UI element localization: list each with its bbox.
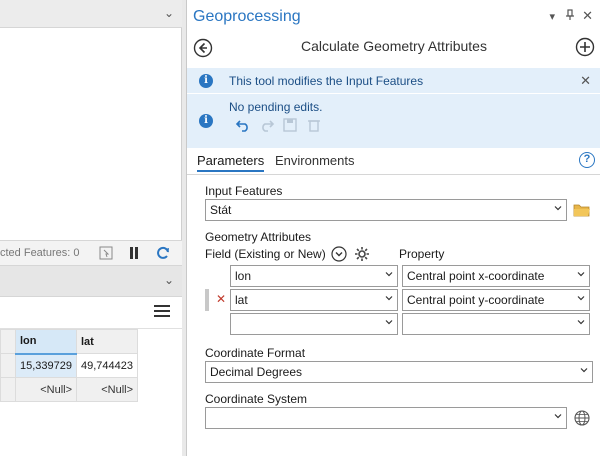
field-options-icon[interactable]	[331, 246, 347, 262]
row-header-cell	[0, 329, 16, 354]
property-dropdown[interactable]	[402, 313, 590, 335]
geometry-attributes-label: Geometry Attributes	[205, 230, 312, 244]
chevron-down-icon[interactable]: ⌄	[164, 6, 174, 20]
input-features-value: Stát	[210, 203, 232, 217]
back-arrow-icon[interactable]	[193, 38, 213, 58]
tabs-divider	[187, 174, 600, 175]
map-status-bar: cted Features: 0	[0, 240, 182, 266]
delete-row-icon[interactable]: ✕	[216, 292, 226, 306]
chevron-down-icon	[580, 368, 588, 373]
property-value: Central point y-coordinate	[407, 293, 545, 307]
info-icon: i	[199, 114, 213, 128]
field-value: lon	[235, 269, 252, 283]
coordinate-format-label: Coordinate Format	[205, 346, 306, 360]
info-message-panel: i This tool modifies the Input Features …	[187, 68, 600, 148]
table-toolbar	[0, 297, 182, 329]
folder-browse-icon[interactable]	[573, 203, 591, 217]
discard-edits-icon[interactable]	[307, 118, 321, 132]
refresh-icon[interactable]	[155, 245, 171, 261]
chevron-down-icon	[385, 320, 393, 325]
chevron-down-icon	[385, 296, 393, 301]
coordinate-system-dropdown[interactable]	[205, 407, 567, 429]
close-icon[interactable]: ✕	[580, 73, 591, 89]
info-row: i This tool modifies the Input Features …	[187, 68, 600, 94]
tool-name: Calculate Geometry Attributes	[301, 38, 487, 54]
tool-header: Calculate Geometry Attributes	[187, 34, 600, 66]
field-dropdown[interactable]	[230, 313, 398, 335]
column-header-lat[interactable]: lat	[76, 329, 138, 354]
background-app: ⌄ cted Features: 0 ⌄ lon lat 15,339729 4…	[0, 0, 182, 456]
field-column-label: Field (Existing or New)	[205, 247, 326, 261]
chevron-down-icon	[577, 272, 585, 277]
chevron-down-icon	[577, 320, 585, 325]
chevron-down-icon	[554, 414, 562, 419]
property-dropdown[interactable]: Central point x-coordinate	[402, 265, 590, 287]
table-header-row: lon lat	[0, 329, 138, 355]
globe-icon[interactable]	[574, 410, 590, 426]
field-dropdown[interactable]: lon	[230, 265, 398, 287]
chevron-down-icon	[577, 296, 585, 301]
field-value: lat	[235, 293, 248, 307]
input-features-label: Input Features	[205, 184, 283, 198]
info-message: This tool modifies the Input Features	[229, 74, 424, 88]
table-view-tabbar: ⌄	[0, 266, 182, 296]
info-icon: i	[199, 74, 213, 88]
coordinate-format-dropdown[interactable]: Decimal Degrees	[205, 361, 593, 383]
hamburger-menu-icon[interactable]	[154, 304, 170, 318]
row-header-cell[interactable]	[0, 377, 16, 402]
chevron-down-icon	[385, 272, 393, 277]
selected-features-count: cted Features: 0	[0, 247, 80, 259]
table-cell-lat[interactable]: <Null>	[76, 377, 138, 402]
table-cell-lon[interactable]: 15,339729	[15, 353, 77, 378]
attribute-table[interactable]: lon lat 15,339729 49,744423 <Null> <Null…	[0, 329, 138, 402]
row-header-cell[interactable]	[0, 353, 16, 378]
map-topbar: ⌄	[0, 0, 182, 28]
coordinate-format-value: Decimal Degrees	[210, 365, 303, 379]
redo-icon[interactable]	[259, 118, 275, 132]
pin-icon[interactable]	[565, 9, 575, 21]
property-value: Central point x-coordinate	[407, 269, 545, 283]
row-drag-handle[interactable]	[205, 289, 209, 311]
property-column-label: Property	[399, 247, 445, 261]
pause-drawing-icon[interactable]	[126, 245, 142, 261]
map-view[interactable]: ⌄	[0, 0, 182, 240]
save-edits-icon[interactable]	[283, 118, 299, 132]
chevron-down-icon	[554, 206, 562, 211]
field-dropdown[interactable]: lat	[230, 289, 398, 311]
coordinate-system-label: Coordinate System	[205, 392, 308, 406]
tab-environments[interactable]: Environments	[275, 153, 354, 168]
edits-message: No pending edits.	[229, 100, 323, 114]
table-cell-lat[interactable]: 49,744423	[76, 353, 138, 378]
pane-title: Geoprocessing	[193, 8, 301, 25]
undo-icon[interactable]	[235, 118, 251, 132]
gear-icon[interactable]	[354, 246, 370, 262]
table-row[interactable]: 15,339729 49,744423	[0, 353, 138, 378]
chevron-down-icon[interactable]: ▾	[549, 10, 555, 23]
property-dropdown[interactable]: Central point y-coordinate	[402, 289, 590, 311]
chevron-down-icon[interactable]: ⌄	[164, 273, 174, 287]
pane-title-bar: Geoprocessing ▾ ✕	[187, 0, 600, 34]
selection-tool-icon[interactable]	[98, 245, 114, 261]
help-icon[interactable]: ?	[579, 152, 595, 168]
geoprocessing-pane: Geoprocessing ▾ ✕ Calculate Geometry Att…	[186, 0, 600, 456]
column-header-lon[interactable]: lon	[15, 329, 77, 355]
add-plus-icon[interactable]	[575, 37, 595, 57]
table-cell-lon[interactable]: <Null>	[15, 377, 77, 402]
parameter-tabs: Parameters Environments ?	[187, 150, 600, 174]
table-row[interactable]: <Null> <Null>	[0, 377, 138, 402]
tab-parameters[interactable]: Parameters	[197, 153, 265, 172]
attribute-table-pane: lon lat 15,339729 49,744423 <Null> <Null…	[0, 296, 182, 456]
close-icon[interactable]: ✕	[582, 8, 593, 24]
input-features-dropdown[interactable]: Stát	[205, 199, 567, 221]
